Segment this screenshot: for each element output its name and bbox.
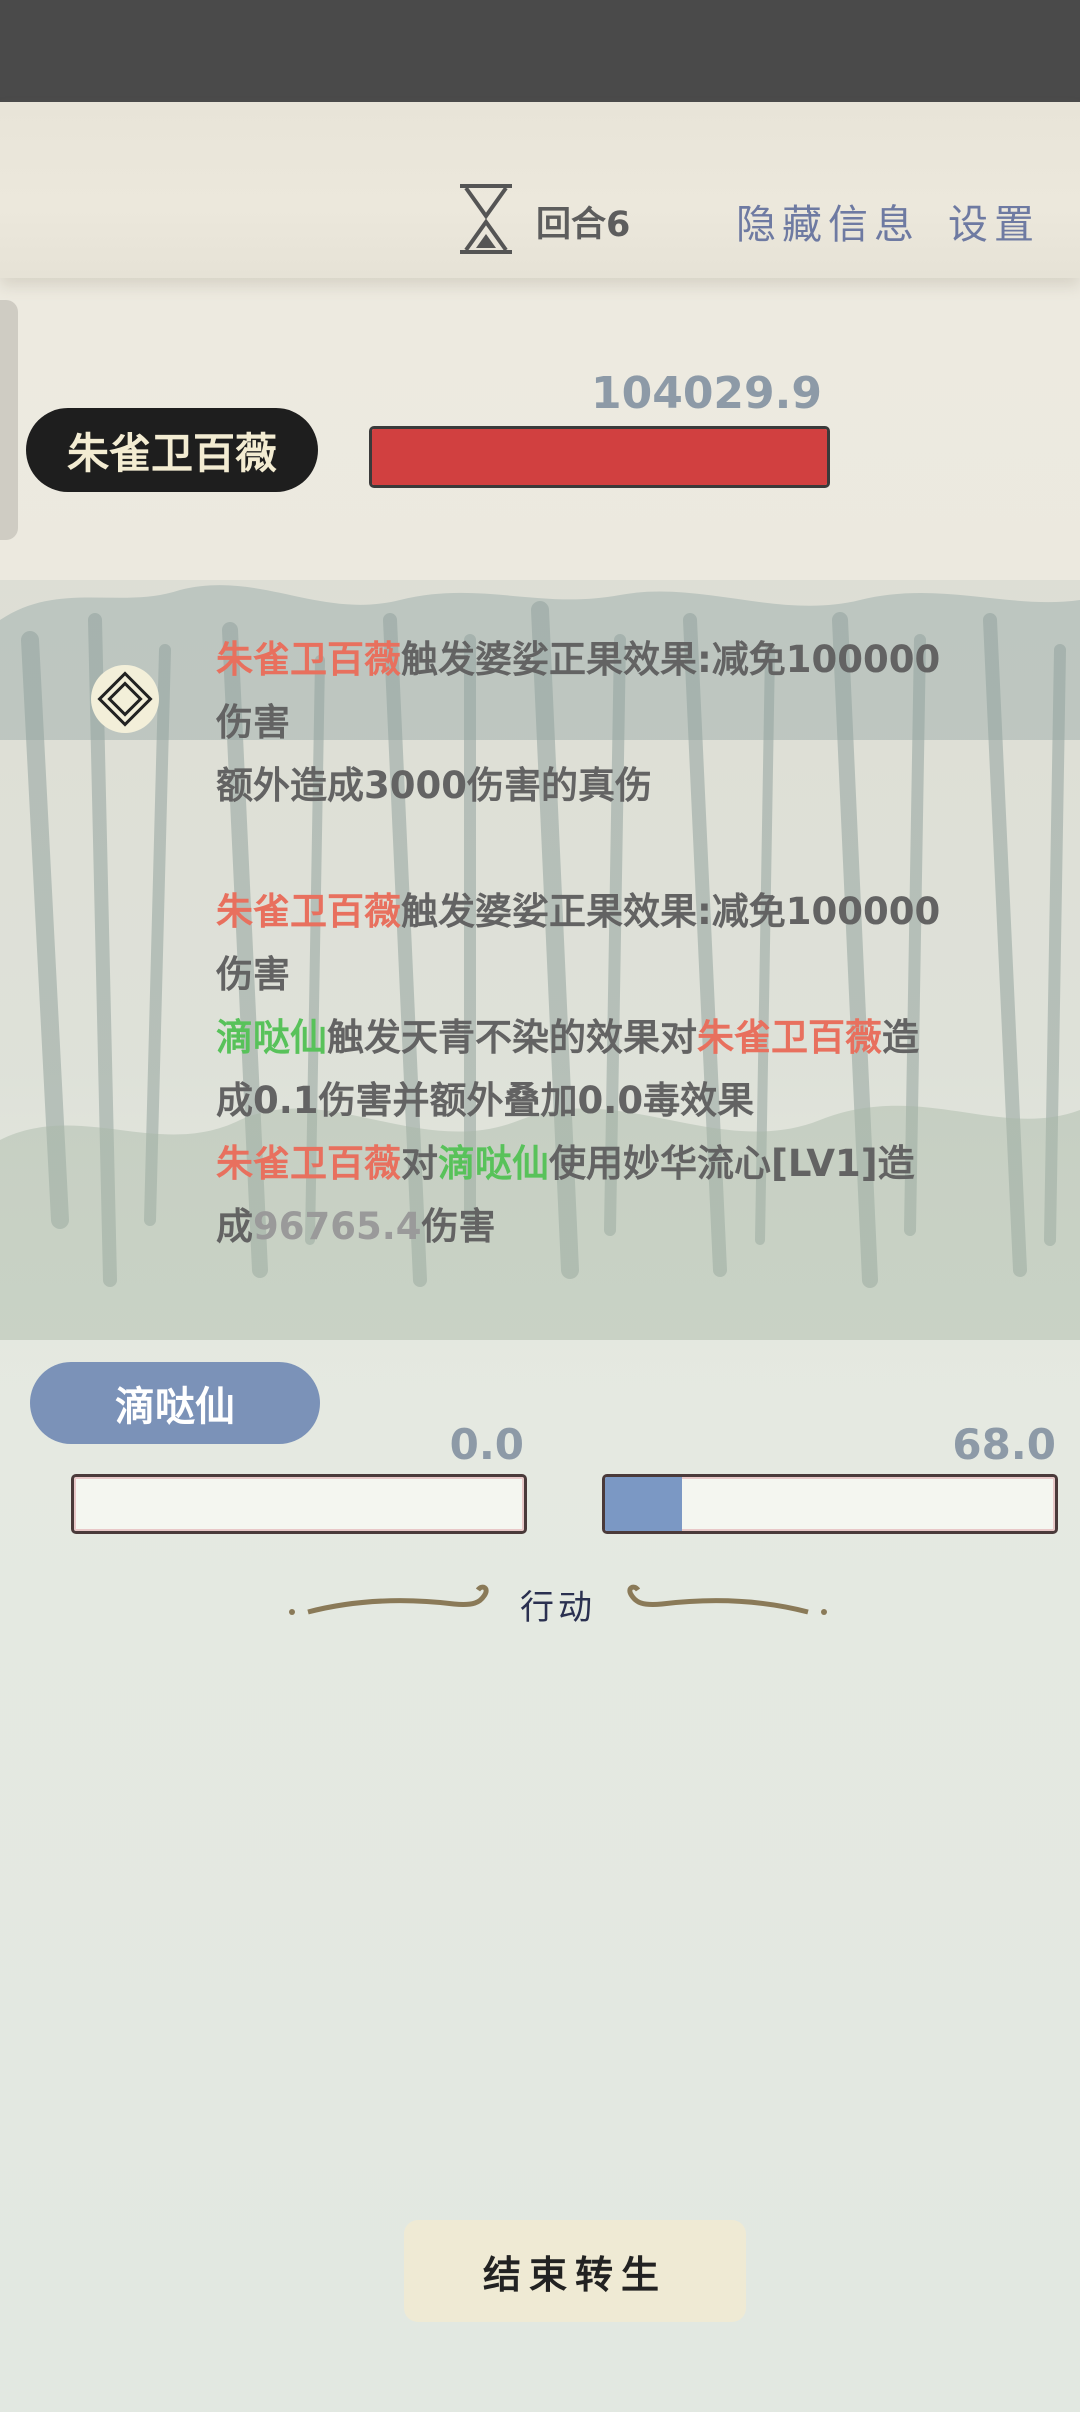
settings-button[interactable]: 设置 [948,192,1040,250]
hide-info-button[interactable]: 隐藏信息 [736,192,920,250]
log-line: 伤害 [216,701,290,744]
player-energy-bar [602,1474,1058,1534]
action-label: 行动 [520,1588,596,1628]
enemy-hp-fill [372,429,827,485]
round-counter: 回合6 [536,205,631,245]
end-reincarnation-button[interactable]: 结束转生 [404,2220,746,2322]
log-spacer [216,817,1026,880]
log-line: 朱雀卫百薇对滴哒仙使用妙华流心[LV1]造 [216,1142,915,1185]
log-line: 朱雀卫百薇触发婆娑正果效果:减免100000 [216,638,941,681]
top-header [0,102,1080,278]
player-energy-value: 68.0 [952,1420,1056,1469]
battle-log: 朱雀卫百薇触发婆娑正果效果:减免100000 伤害 额外造成3000伤害的真伤 … [216,628,1026,1258]
log-line: 伤害 [216,953,290,996]
log-line: 成96765.4伤害 [216,1205,496,1248]
player-hp-value: 0.0 [449,1420,524,1469]
diamond-icon[interactable] [90,664,160,734]
status-bar [0,0,1080,102]
player-hp-bar [71,1474,527,1534]
enemy-name-badge: 朱雀卫百薇 [26,408,318,492]
log-line: 额外造成3000伤害的真伤 [216,764,652,807]
side-drawer-handle[interactable] [0,300,18,540]
player-energy-fill [605,1477,682,1531]
enemy-hp-bar [369,426,830,488]
enemy-hp-value: 104029.9 [590,368,822,419]
player-name-badge: 滴哒仙 [30,1362,320,1444]
log-line: 滴哒仙触发天青不染的效果对朱雀卫百薇造 [216,1016,919,1059]
hourglass-icon [460,184,512,254]
log-line: 成0.1伤害并额外叠加0.0毒效果 [216,1079,755,1122]
log-line: 朱雀卫百薇触发婆娑正果效果:减免100000 [216,890,941,933]
